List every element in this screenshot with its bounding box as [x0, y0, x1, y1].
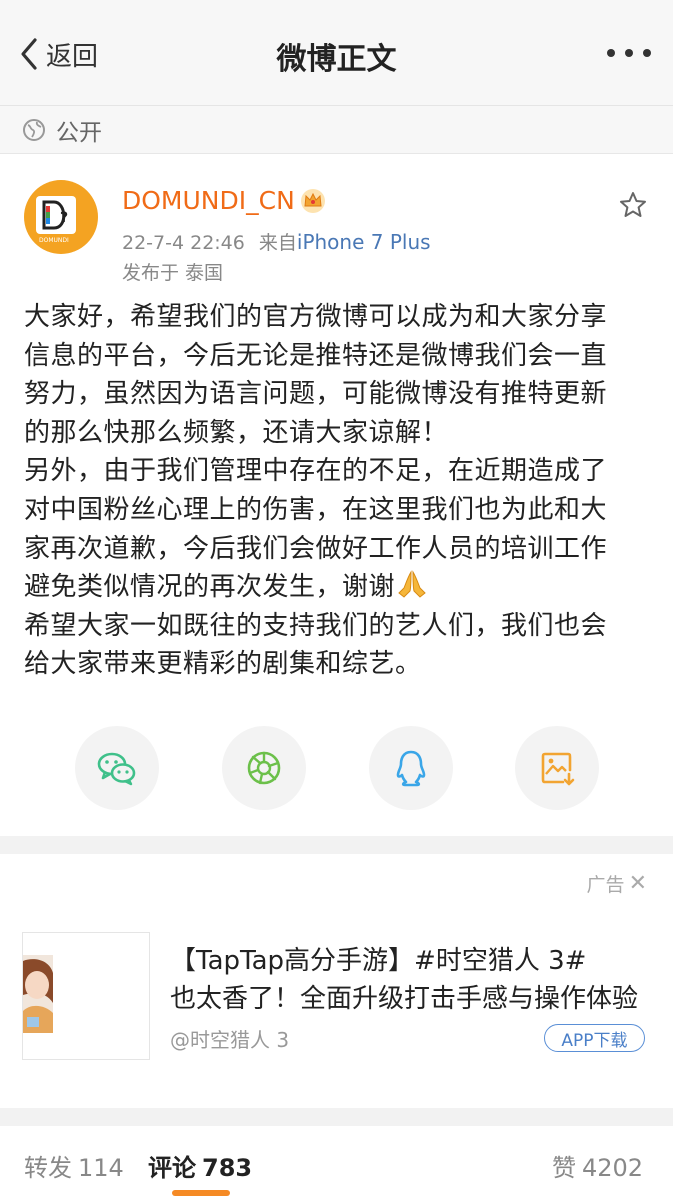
star-icon[interactable] [618, 190, 648, 220]
ad-thumbnail[interactable] [22, 932, 150, 1060]
close-icon: ✕ [628, 871, 647, 896]
post-line: 信息的平台，今后无论是推特还是微博我们会一直 [24, 340, 608, 371]
post-meta: 22-7-4 22:46 来自iPhone 7 Plus [122, 228, 431, 255]
back-button[interactable]: 返回 [18, 36, 98, 72]
moments-icon [247, 751, 281, 785]
post-line: 对中国粉丝心理上的伤害，在这里我们也为此和大 [24, 494, 608, 525]
share-wechat-button[interactable] [75, 726, 159, 810]
post-line: 的那么快那么频繁，还请大家谅解！ [24, 417, 449, 448]
section-divider [0, 1108, 673, 1126]
ad-image [23, 933, 149, 1059]
tab-comment-count: 783 [202, 1154, 253, 1182]
post-body: 大家好，希望我们的官方微博可以成为和大家分享 信息的平台，今后无论是推特还是微博… [24, 298, 654, 684]
post-line: 另外，由于我们管理中存在的不足，在近期造成了 [24, 456, 608, 487]
ad-close-button[interactable]: 广告 ✕ [587, 870, 647, 897]
avatar-logo: ? DOMUNDI [36, 196, 76, 244]
tab-repost[interactable]: 转发 114 [24, 1148, 124, 1183]
post-line: 给大家带来更精彩的剧集和综艺。 [24, 649, 422, 680]
device-link[interactable]: iPhone 7 Plus [297, 230, 431, 254]
visibility-label: 公开 [56, 119, 102, 146]
qq-icon [396, 750, 426, 787]
ad-label: 广告 [586, 874, 625, 896]
avatar[interactable]: ? DOMUNDI [24, 180, 98, 254]
author-name[interactable]: DOMUNDI_CN [122, 186, 295, 215]
post-line: 希望大家一如既往的支持我们的艺人们，我们也会 [24, 610, 608, 641]
page-title: 微博正文 [276, 42, 397, 77]
chevron-left-icon [21, 38, 37, 70]
tab-repost-label: 转发 [24, 1154, 72, 1182]
post-date: 22-7-4 22:46 [122, 232, 245, 254]
post-line: 避免类似情况的再次发生，谢谢 [24, 572, 396, 603]
post-line: 家再次道歉，今后我们会做好工作人员的培训工作 [24, 533, 608, 564]
action-tabs: 转发 114 评论 783 赞 4202 [0, 1126, 673, 1200]
more-dot-icon [625, 49, 633, 57]
tab-like-count: 4202 [582, 1154, 644, 1182]
share-qq-button[interactable] [369, 726, 453, 810]
post-line-with-emoji: 避免类似情况的再次发生，谢谢 [24, 568, 654, 607]
post-location: 发布于 泰国 [122, 262, 224, 284]
ad-title[interactable]: 【TapTap高分手游】#时空猎人 3# 也太香了！全面升级打击手感与操作体验 [170, 942, 650, 1018]
save-image-icon [541, 752, 575, 786]
back-label: 返回 [46, 41, 99, 72]
more-dot-icon [607, 49, 615, 57]
ad-source: @时空猎人 3 [170, 1028, 290, 1052]
post-line: 大家好，希望我们的官方微博可以成为和大家分享 [24, 302, 608, 332]
visibility-bar: 公开 [0, 106, 673, 154]
ad-title-line: 也太香了！全面升级打击手感与操作体验 [170, 984, 639, 1014]
more-button[interactable] [607, 46, 651, 60]
active-tab-indicator [172, 1190, 230, 1196]
tab-repost-count: 114 [78, 1154, 124, 1182]
top-navbar: 返回 微博正文 [0, 0, 673, 106]
share-moments-button[interactable] [222, 726, 306, 810]
app-download-button[interactable]: APP下载 [544, 1024, 645, 1052]
ad-title-line: 【TapTap高分手游】#时空猎人 3# [170, 946, 587, 976]
svg-text:DOMUNDI: DOMUNDI [39, 237, 69, 244]
tab-comment-label: 评论 [148, 1154, 196, 1182]
crown-icon [301, 189, 325, 213]
more-dot-icon [643, 49, 651, 57]
post-line: 努力，虽然因为语言问题，可能微博没有推特更新 [24, 379, 608, 410]
share-row [0, 726, 673, 810]
share-save-image-button[interactable] [515, 726, 599, 810]
svg-text:?: ? [60, 210, 68, 226]
pray-icon [398, 570, 426, 598]
source-prefix: 来自 [258, 232, 297, 254]
tab-like[interactable]: 赞 4202 [552, 1148, 643, 1183]
section-divider [0, 836, 673, 854]
tab-like-label: 赞 [552, 1154, 576, 1182]
tab-comment[interactable]: 评论 783 [148, 1148, 252, 1183]
wechat-icon [97, 752, 136, 786]
globe-icon [23, 118, 45, 141]
